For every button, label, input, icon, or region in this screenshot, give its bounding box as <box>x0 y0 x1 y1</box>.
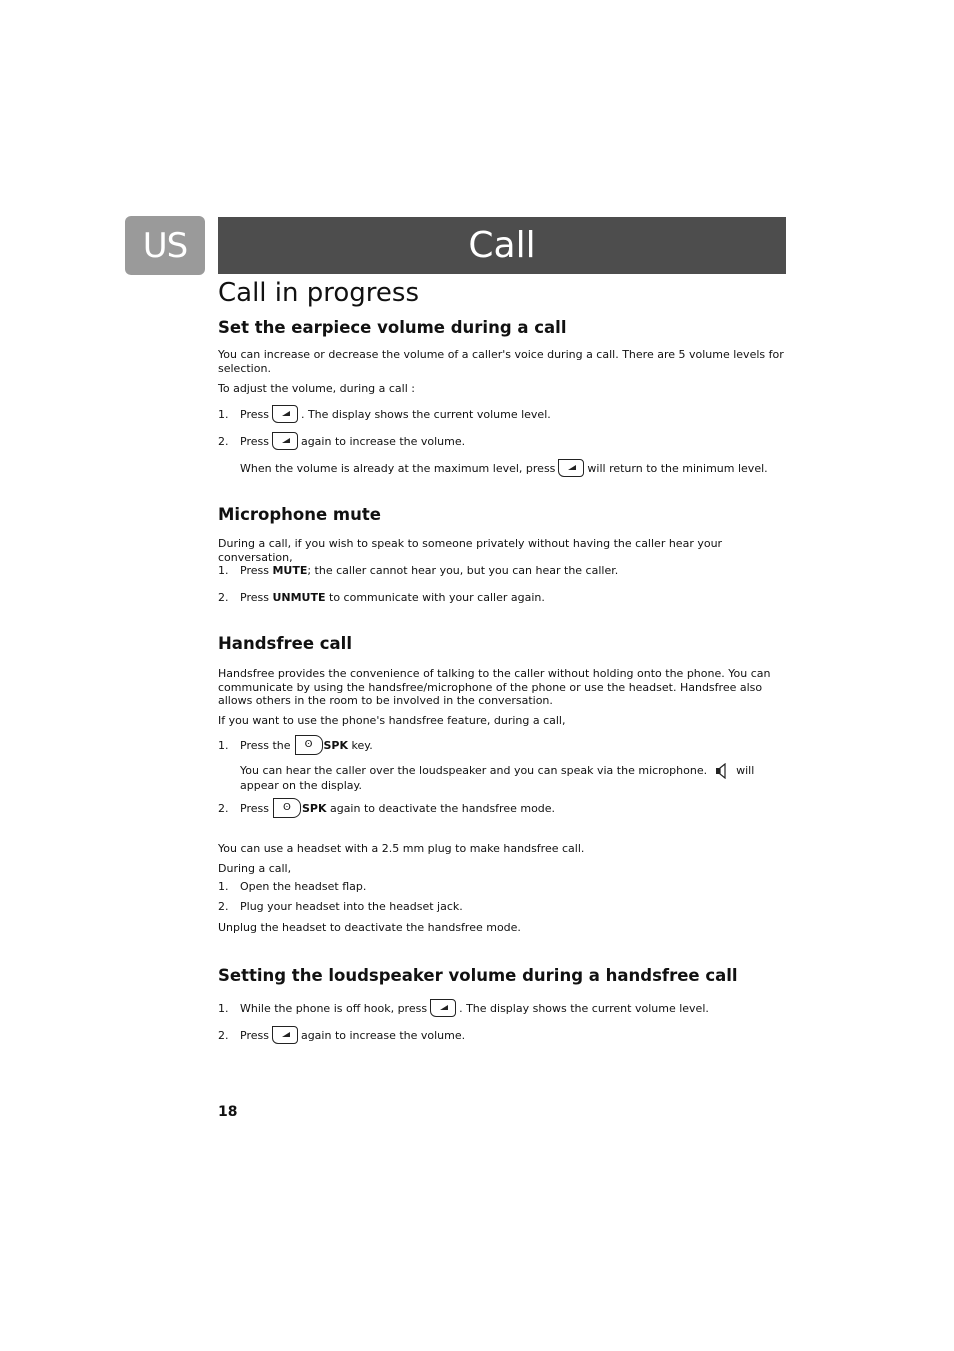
handsfree-intro: Handsfree provides the convenience of ta… <box>218 667 771 707</box>
loudspeaker-step-1: 1. While the phone is off hook, press . … <box>218 994 786 1022</box>
spk-key-label: SPK <box>301 801 327 815</box>
volume-key-icon <box>271 405 298 423</box>
step-text: Press <box>240 407 269 421</box>
volume-key-icon <box>430 999 457 1017</box>
speaker-key-icon: ʘ <box>294 735 323 755</box>
step-text: ; the caller cannot hear you, but you ca… <box>307 563 619 577</box>
step-text: Press <box>240 1028 269 1042</box>
handsfree-note: You can hear the caller over the loudspe… <box>240 763 786 793</box>
loudspeaker-icon <box>715 763 726 779</box>
spk-key-label: SPK <box>323 738 349 752</box>
speaker-key-icon: ʘ <box>272 798 301 818</box>
step-text: Plug your headset into the headset jack. <box>240 899 463 913</box>
mute-intro: During a call, if you wish to speak to s… <box>218 537 723 564</box>
step-number: 2. <box>218 801 229 815</box>
step-number: 1. <box>218 407 229 421</box>
step-number: 1. <box>218 879 229 893</box>
headset-outro: Unplug the headset to deactivate the han… <box>218 921 521 934</box>
page-number: 18 <box>218 1104 238 1120</box>
earpiece-step-2: 2. Press again to increase the volume. <box>218 427 786 455</box>
language-tab: US <box>125 216 205 275</box>
step-text: Open the headset flap. <box>240 879 367 893</box>
step-text: . The display shows the current volume l… <box>459 1001 709 1015</box>
step-number: 2. <box>218 899 229 913</box>
section-title: Call in progress <box>218 278 420 308</box>
loudspeaker-step-2: 2. Press again to increase the volume. <box>218 1021 786 1049</box>
step-text: Press the <box>240 738 291 752</box>
mute-heading: Microphone mute <box>218 505 381 524</box>
step-text: Press <box>240 801 269 815</box>
volume-key-icon <box>558 459 585 477</box>
mute-step-1: 1. Press MUTE; the caller cannot hear yo… <box>218 563 786 577</box>
step-number: 1. <box>218 738 229 752</box>
unmute-key-label: UNMUTE <box>272 590 326 604</box>
earpiece-note: When the volume is already at the maximu… <box>240 454 786 482</box>
earpiece-lead: To adjust the volume, during a call : <box>218 382 415 395</box>
step-text: again to increase the volume. <box>300 434 466 448</box>
step-number: 2. <box>218 590 229 604</box>
handsfree-step-1: 1. Press the ʘ SPK key. <box>218 731 786 759</box>
note-text: When the volume is already at the maximu… <box>240 461 556 475</box>
headset-intro: You can use a headset with a 2.5 mm plug… <box>218 842 585 855</box>
volume-key-icon <box>271 432 298 450</box>
headset-step-2: 2. Plug your headset into the headset ja… <box>218 899 786 913</box>
step-text: again to deactivate the handsfree mode. <box>329 801 556 815</box>
step-text: key. <box>351 738 373 752</box>
earpiece-heading: Set the earpiece volume during a call <box>218 318 567 337</box>
step-text: Press <box>240 434 269 448</box>
step-number: 2. <box>218 434 229 448</box>
step-text: to communicate with your caller again. <box>329 590 545 604</box>
loudspeaker-heading: Setting the loudspeaker volume during a … <box>218 966 738 985</box>
step-number: 1. <box>218 1001 229 1015</box>
handsfree-lead: If you want to use the phone's handsfree… <box>218 714 566 727</box>
step-text: again to increase the volume. <box>300 1028 466 1042</box>
earpiece-step-1: 1. Press . The display shows the current… <box>218 400 786 428</box>
handsfree-heading: Handsfree call <box>218 634 352 653</box>
step-text: . The display shows the current volume l… <box>300 407 551 421</box>
step-number: 2. <box>218 1028 229 1042</box>
chapter-title: Call <box>218 217 786 274</box>
volume-key-icon <box>271 1026 298 1044</box>
earpiece-intro: You can increase or decrease the volume … <box>218 348 784 375</box>
note-text: will return to the minimum level. <box>587 461 768 475</box>
step-number: 1. <box>218 563 229 577</box>
note-text: You can hear the caller over the loudspe… <box>240 764 708 777</box>
mute-step-2: 2. Press UNMUTE to communicate with your… <box>218 590 786 604</box>
headset-lead: During a call, <box>218 862 292 875</box>
step-text: While the phone is off hook, press <box>240 1001 428 1015</box>
step-text: Press <box>240 590 269 604</box>
handsfree-step-2: 2. Press ʘ SPK again to deactivate the ha… <box>218 794 786 822</box>
mute-key-label: MUTE <box>272 563 308 577</box>
step-text: Press <box>240 563 269 577</box>
headset-step-1: 1. Open the headset flap. <box>218 879 786 893</box>
